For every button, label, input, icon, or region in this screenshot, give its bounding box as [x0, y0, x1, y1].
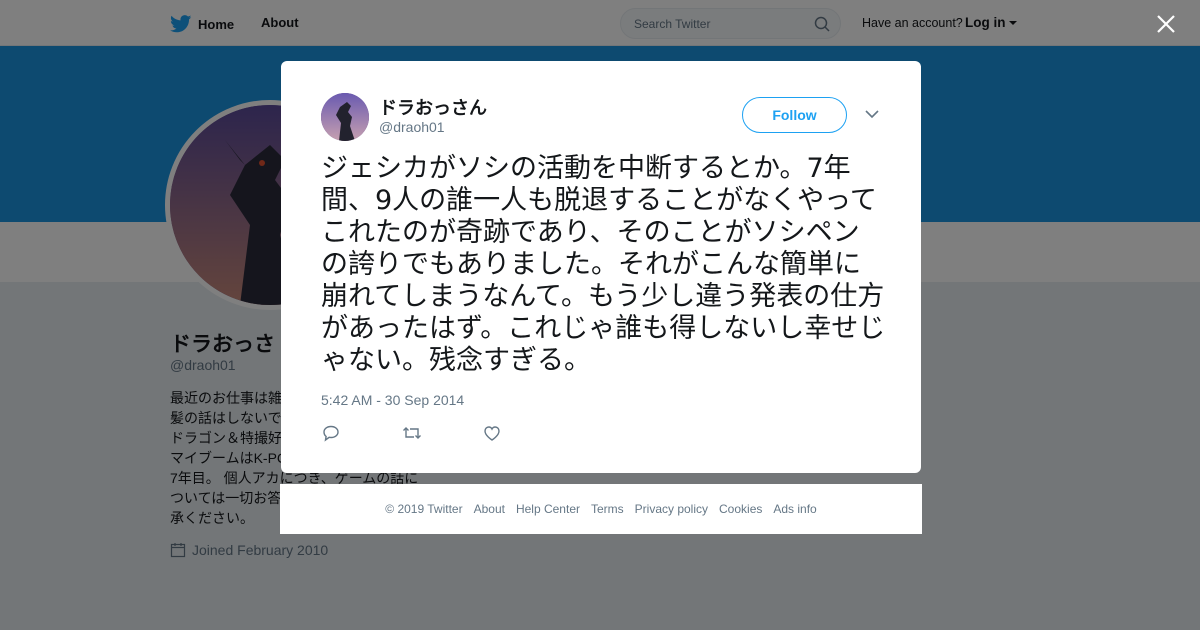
- dragon-avatar-image: [321, 93, 369, 141]
- tweet-timestamp[interactable]: 5:42 AM - 30 Sep 2014: [321, 392, 464, 408]
- follow-button[interactable]: Follow: [742, 97, 847, 133]
- footer-cookies-link[interactable]: Cookies: [719, 502, 762, 516]
- tweet-author-avatar[interactable]: [321, 93, 369, 141]
- heart-icon[interactable]: [482, 424, 502, 442]
- footer-ads-link[interactable]: Ads info: [773, 502, 816, 516]
- tweet-author-name[interactable]: ドラおっさん: [379, 94, 487, 120]
- tweet-text: ジェシカがソシの活動を中断するとか。7年間、9人の誰一人も脱退することがなくやっ…: [321, 153, 886, 376]
- close-icon[interactable]: [1155, 13, 1177, 35]
- retweet-icon[interactable]: [402, 424, 422, 442]
- footer-about-link[interactable]: About: [474, 502, 505, 516]
- footer-copyright: © 2019 Twitter: [385, 502, 463, 516]
- tweet-modal: ドラおっさん @draoh01 Follow ジェシカがソシの活動を中断するとか…: [281, 61, 921, 473]
- chevron-down-icon[interactable]: [865, 109, 879, 119]
- footer-privacy-link[interactable]: Privacy policy: [635, 502, 708, 516]
- footer-help-link[interactable]: Help Center: [516, 502, 580, 516]
- footer-terms-link[interactable]: Terms: [591, 502, 624, 516]
- tweet-author-handle[interactable]: @draoh01: [379, 119, 445, 135]
- reply-icon[interactable]: [321, 424, 341, 442]
- footer: © 2019 Twitter About Help Center Terms P…: [280, 484, 922, 534]
